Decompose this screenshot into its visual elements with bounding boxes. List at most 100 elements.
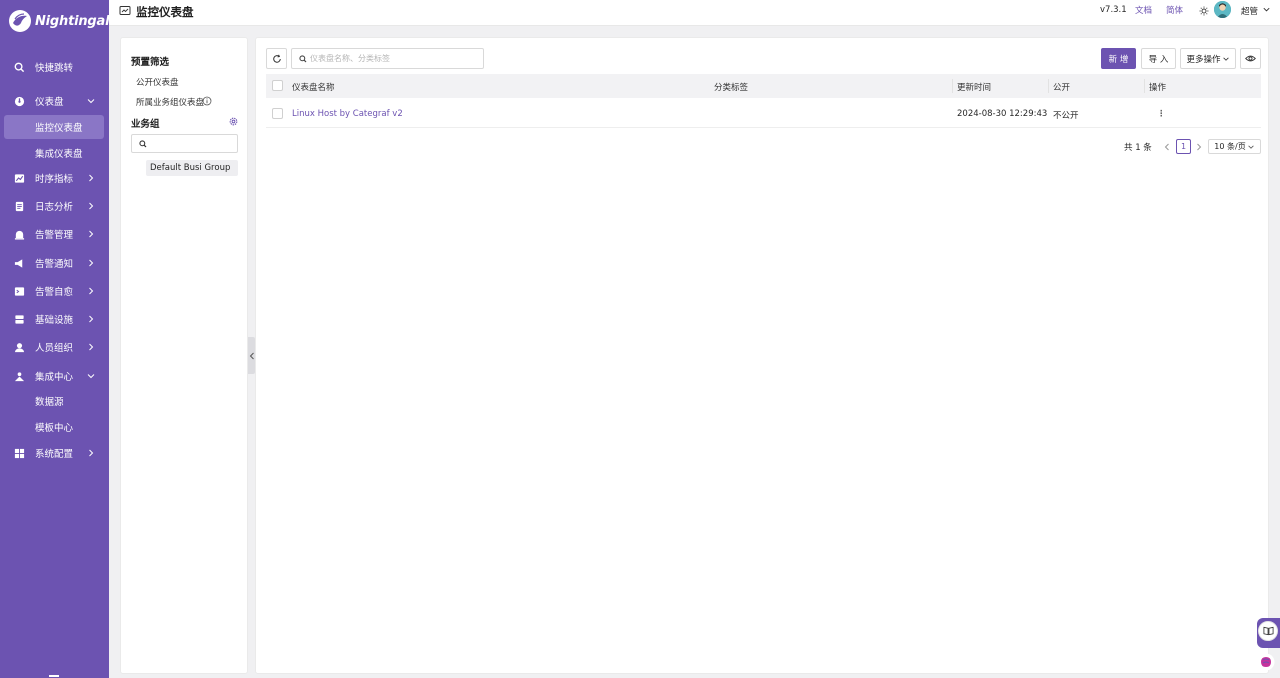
dashboard-public-status: 不公开 (1053, 111, 1079, 121)
sidebar-item-label: 告警通知 (35, 259, 74, 270)
dashboard-search[interactable] (291, 48, 484, 69)
sidebar: Nightingale 快捷跳转 仪表盘 监控仪表盘 集成仪表盘 时序指标 日志… (0, 0, 118, 678)
more-actions-label: 更多操作 (1186, 54, 1221, 65)
logo[interactable]: Nightingale (8, 9, 118, 33)
filter-public-dashboards[interactable]: 公开仪表盘 (136, 76, 179, 88)
sidebar-item-template-center[interactable]: 模板中心 (4, 415, 104, 439)
dashboard-title-icon (119, 6, 131, 15)
server-icon (13, 313, 25, 325)
pagination-page-1[interactable]: 1 (1176, 139, 1191, 154)
sidebar-item-label: 基础设施 (35, 315, 74, 326)
sidebar-item-alert-notification[interactable]: 告警通知 (0, 251, 109, 275)
column-header-public[interactable]: 公开 (1053, 81, 1070, 93)
page-title: 监控仪表盘 (136, 5, 194, 19)
sidebar-item-alert-self-healing[interactable]: 告警自愈 (0, 279, 109, 303)
sidebar-item-monitor-dashboard[interactable]: 监控仪表盘 (4, 115, 104, 139)
sidebar-item-label: 集成中心 (35, 372, 74, 383)
alarm-icon (13, 228, 25, 240)
avatar[interactable] (1214, 1, 1231, 18)
chevron-right-icon (89, 174, 94, 182)
sidebar-item-label: 人员组织 (35, 343, 74, 354)
sidebar-item-quick-jump[interactable]: 快捷跳转 (0, 55, 109, 79)
theme-toggle[interactable] (1199, 0, 1209, 22)
nightingale-bird-icon (9, 10, 31, 32)
more-actions-button[interactable]: 更多操作 (1180, 48, 1236, 69)
sidebar-item-integration-dashboard[interactable]: 集成仪表盘 (4, 141, 104, 165)
avatar-image (1214, 1, 1231, 18)
sidebar-item-label: 模板中心 (35, 423, 74, 434)
sidebar-item-metrics[interactable]: 时序指标 (0, 166, 109, 190)
chevron-right-icon (89, 315, 94, 323)
version-label: v7.3.1 (1100, 5, 1127, 15)
column-header-operations: 操作 (1149, 83, 1167, 93)
chevron-right-icon (89, 287, 94, 295)
sidebar-item-label: 仪表盘 (35, 97, 64, 108)
sun-icon (1199, 6, 1209, 16)
sidebar-item-personnel[interactable]: 人员组织 (0, 335, 109, 359)
pagination-next-icon[interactable] (1195, 143, 1203, 151)
language-switch[interactable]: 简体 (1166, 0, 1183, 21)
line-chart-icon (13, 172, 25, 184)
column-visibility-button[interactable] (1240, 48, 1261, 69)
filter-panel: 预置筛选 公开仪表盘 所属业务组仪表盘 业务组 Default Busi Gro… (120, 37, 248, 674)
search-icon (13, 61, 25, 73)
chevron-right-icon (89, 202, 94, 210)
settings-gear-icon[interactable] (228, 116, 239, 127)
terminal-icon (13, 285, 25, 297)
sidebar-item-datasource[interactable]: 数据源 (4, 389, 104, 413)
settings-icon (13, 447, 25, 459)
dashboard-updated-time: 2024-08-30 12:29:43 (957, 109, 1048, 119)
select-all-checkbox[interactable] (272, 80, 283, 91)
info-icon[interactable] (202, 96, 212, 106)
column-header-updated[interactable]: 更新时间 (957, 81, 991, 93)
sidebar-item-dashboard[interactable]: 仪表盘 (0, 89, 109, 113)
page-size-select[interactable]: 10 条/页 (1208, 139, 1261, 154)
busi-group-title: 业务组 (131, 119, 160, 130)
floating-docs-button[interactable] (1257, 618, 1280, 648)
sidebar-item-label: 告警自愈 (35, 287, 74, 298)
dashboard-name-link[interactable]: Linux Host by Categraf v2 (292, 109, 403, 119)
row-more-icon[interactable]: ⋮ (1157, 109, 1166, 119)
refresh-button[interactable] (266, 48, 287, 69)
panel-collapse-handle[interactable] (248, 337, 255, 374)
user-name[interactable]: 超管 (1241, 0, 1258, 22)
chevron-down-icon (87, 374, 95, 379)
dashboard-list-panel: 新 增 导 入 更多操作 仪表盘名称 分类标签 更新时间 公开 操作 Linux… (255, 37, 1269, 674)
chevron-right-icon (89, 343, 94, 351)
sidebar-item-label: 系统配置 (35, 449, 74, 460)
docs-link[interactable]: 文档 (1135, 0, 1152, 21)
column-header-name[interactable]: 仪表盘名称 (292, 81, 335, 93)
floating-ai-button[interactable] (1256, 652, 1276, 672)
pagination-total: 共 1 条 (1124, 143, 1152, 153)
sidebar-item-system-settings[interactable]: 系统配置 (0, 441, 109, 465)
sidebar-item-label: 快捷跳转 (35, 63, 74, 74)
chevron-down-icon (87, 99, 95, 104)
sidebar-item-alert-management[interactable]: 告警管理 (0, 222, 109, 246)
chevron-down-icon[interactable] (1262, 5, 1271, 14)
pagination-prev-icon[interactable] (1163, 143, 1171, 151)
table-header: 仪表盘名称 分类标签 更新时间 公开 操作 (266, 74, 1261, 98)
dashboard-icon (13, 95, 25, 107)
sidebar-collapse-icon[interactable] (49, 675, 59, 677)
sidebar-item-log-analysis[interactable]: 日志分析 (0, 194, 109, 218)
chevron-right-icon (89, 259, 94, 267)
sidebar-item-infrastructure[interactable]: 基础设施 (0, 307, 109, 331)
busi-group-item[interactable]: Default Busi Group (146, 160, 238, 176)
sidebar-item-label: 日志分析 (35, 202, 74, 213)
row-checkbox[interactable] (272, 108, 283, 119)
busi-group-search[interactable] (131, 134, 238, 153)
dashboard-search-input[interactable] (310, 52, 478, 65)
notification-icon (13, 257, 25, 269)
user-icon (13, 341, 25, 353)
filter-group-dashboards[interactable]: 所属业务组仪表盘 (136, 96, 204, 108)
top-header: 监控仪表盘 v7.3.1 文档 简体 超管 (109, 0, 1280, 26)
book-icon-wrap (1258, 621, 1278, 641)
new-dashboard-button[interactable]: 新 增 (1101, 48, 1136, 69)
sidebar-item-label: 告警管理 (35, 230, 74, 241)
chevron-right-icon (89, 449, 94, 457)
table-row: Linux Host by Categraf v2 2024-08-30 12:… (266, 99, 1261, 128)
eye-icon (1245, 55, 1256, 62)
column-header-tags[interactable]: 分类标签 (714, 81, 748, 93)
import-button[interactable]: 导 入 (1141, 48, 1176, 69)
sidebar-item-integration-center[interactable]: 集成中心 (0, 364, 109, 388)
